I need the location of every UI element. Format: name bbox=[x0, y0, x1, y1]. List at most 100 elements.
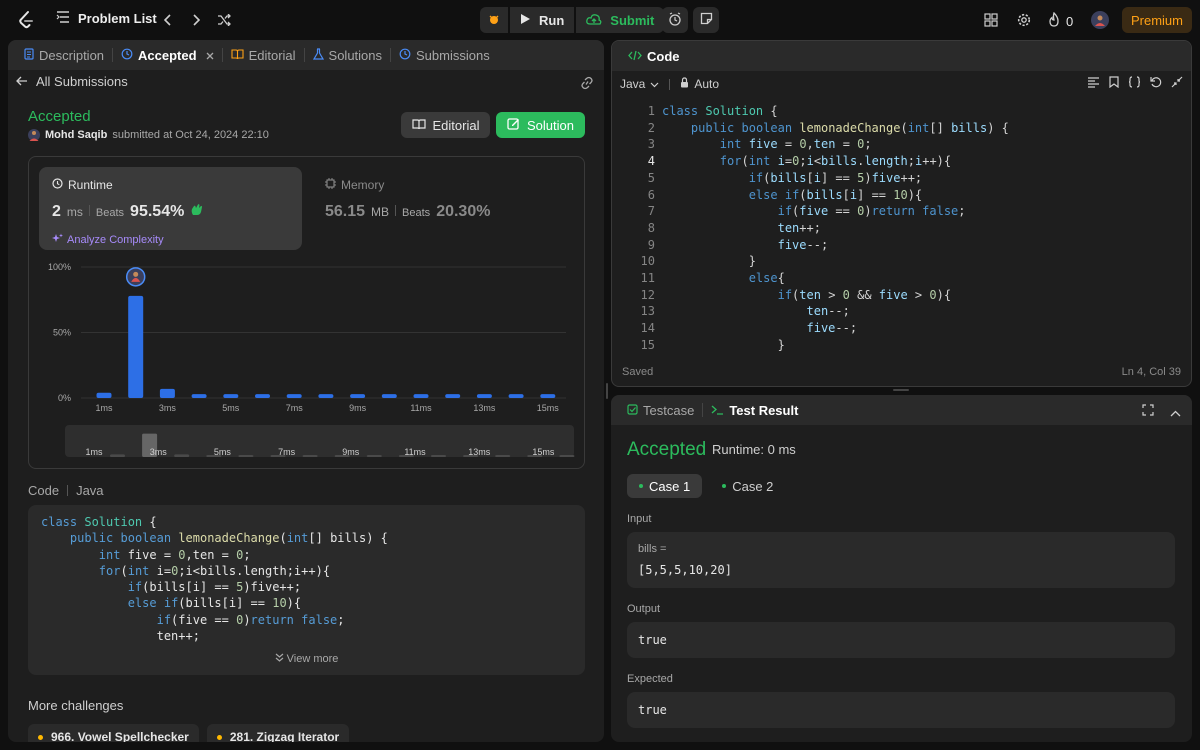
line-number: 5 bbox=[647, 170, 655, 185]
submit-label: Submit bbox=[610, 12, 655, 28]
memory-card[interactable]: Memory 56.15 MB Beats 20.30% bbox=[312, 167, 575, 250]
solution-button[interactable]: Solution bbox=[496, 112, 585, 138]
performance-stats: Runtime 2 ms Beats 95.54% Analyze Comple… bbox=[28, 156, 585, 469]
chevron-up-icon[interactable] bbox=[1170, 405, 1181, 420]
timer-button[interactable] bbox=[662, 7, 688, 33]
layout-grid-icon[interactable] bbox=[984, 13, 998, 30]
overview-tick-label: 11ms bbox=[404, 447, 426, 457]
streak-counter[interactable]: 0 bbox=[1048, 11, 1073, 30]
link-share-icon[interactable] bbox=[580, 76, 594, 93]
flame-icon bbox=[1048, 11, 1060, 30]
settings-gear-icon[interactable] bbox=[1017, 13, 1031, 30]
runtime-beats-label: Beats bbox=[95, 207, 125, 219]
submitter-name[interactable]: Mohd Saqib bbox=[45, 129, 107, 141]
overview-tick-label: 1ms bbox=[85, 447, 103, 457]
tab-submissions[interactable]: Submissions bbox=[393, 40, 496, 70]
expected-value: true bbox=[638, 703, 667, 717]
line-number: 11 bbox=[640, 271, 655, 286]
line-number: 2 bbox=[647, 120, 655, 135]
tab-description[interactable]: Description bbox=[18, 40, 110, 70]
chart-bar bbox=[350, 394, 366, 398]
premium-button[interactable]: Premium bbox=[1122, 7, 1192, 33]
problem-list-button[interactable]: Problem List bbox=[56, 11, 157, 26]
runtime-distribution-chart[interactable]: 100% 50% 0% 1ms 3ms 5ms 7ms 9ms 11ms 13ms 15ms 1ms 3… bbox=[29, 257, 586, 457]
tab-editorial[interactable]: Editorial bbox=[225, 40, 302, 70]
autocomplete-mode[interactable]: Auto bbox=[680, 77, 719, 91]
memory-value: 56.15 bbox=[325, 203, 366, 220]
tab-accepted[interactable]: Accepted bbox=[115, 40, 220, 70]
runtime-card[interactable]: Runtime 2 ms Beats 95.54% Analyze Comple… bbox=[39, 167, 302, 250]
challenge-chip[interactable]: 281. Zigzag Iterator bbox=[206, 724, 350, 742]
code-section-language: Java bbox=[76, 483, 104, 498]
bookmark-icon[interactable] bbox=[1109, 76, 1119, 91]
braces-icon[interactable] bbox=[1128, 76, 1141, 91]
test-panel: Testcase Test Result Accepted Runtime: 0… bbox=[611, 395, 1192, 742]
chart-bar bbox=[159, 388, 175, 398]
top-bar: Problem List Run Submit 0 Premium bbox=[0, 0, 1200, 40]
case-tab-label: Case 2 bbox=[732, 478, 774, 494]
overview-bar bbox=[302, 455, 318, 457]
document-icon bbox=[24, 47, 34, 63]
notes-button[interactable] bbox=[693, 7, 719, 33]
back-to-submissions[interactable]: All Submissions bbox=[16, 74, 128, 89]
overview-bar bbox=[174, 454, 190, 457]
case-tab[interactable]: Case 1 bbox=[627, 474, 703, 498]
mode-value: Auto bbox=[694, 77, 720, 91]
expected-box: true bbox=[627, 692, 1175, 728]
panel-resize-handle[interactable] bbox=[606, 383, 608, 399]
cursor-position: Ln 4, Col 39 bbox=[1121, 366, 1181, 378]
edit-icon bbox=[507, 117, 520, 133]
save-status: Saved bbox=[622, 366, 654, 378]
case-tab[interactable]: Case 2 bbox=[710, 474, 785, 498]
chart-bar bbox=[540, 394, 556, 398]
reset-icon[interactable] bbox=[1150, 76, 1162, 91]
expected-label: Expected bbox=[627, 673, 673, 685]
chart-bar bbox=[413, 394, 429, 398]
overview-bar bbox=[495, 455, 511, 457]
run-button[interactable]: Run bbox=[510, 7, 575, 33]
editor-tab-bar: Code bbox=[612, 41, 1191, 71]
input-value: [5,5,5,10,20] bbox=[638, 563, 732, 577]
analyze-complexity-link[interactable]: Analyze Complexity bbox=[52, 233, 164, 247]
leetcode-logo-icon[interactable] bbox=[16, 10, 36, 30]
tab-solutions[interactable]: Solutions bbox=[307, 40, 388, 70]
editorial-button[interactable]: Editorial bbox=[401, 112, 490, 138]
line-number: 3 bbox=[647, 137, 655, 152]
next-problem-icon[interactable] bbox=[188, 10, 204, 30]
line-number: 1 bbox=[647, 104, 655, 118]
line-number: 13 bbox=[640, 304, 655, 319]
line-number: 15 bbox=[640, 337, 655, 352]
tab-testcase[interactable]: Testcase bbox=[621, 395, 700, 425]
line-number: 10 bbox=[640, 254, 655, 269]
submit-button[interactable]: Submit bbox=[576, 7, 665, 33]
submitted-code-block[interactable]: class Solution { public boolean lemonade… bbox=[28, 505, 585, 675]
shuffle-icon[interactable] bbox=[216, 10, 232, 30]
cloud-upload-icon bbox=[586, 13, 602, 28]
panel-resize-handle[interactable] bbox=[893, 389, 909, 391]
overview-tick-label: 5ms bbox=[214, 447, 232, 457]
challenge-chip[interactable]: 966. Vowel Spellchecker bbox=[28, 724, 199, 742]
view-more-button[interactable]: View more bbox=[28, 653, 585, 665]
memory-beats-value: 20.30% bbox=[436, 203, 491, 220]
tab-code[interactable]: Code bbox=[622, 41, 686, 71]
close-tab-icon[interactable] bbox=[206, 48, 214, 63]
prev-problem-icon[interactable] bbox=[160, 10, 176, 30]
maximize-icon[interactable] bbox=[1142, 404, 1154, 419]
line-number: 14 bbox=[640, 321, 655, 336]
x-tick-label: 5ms bbox=[222, 403, 240, 413]
code-editor[interactable]: 1 2 3 4 5 6 7 8 9 10 11 12 13 14 15 class Solution { p… bbox=[612, 103, 1191, 353]
submission-panel: Description Accepted Editorial Solutions… bbox=[8, 40, 604, 742]
output-value: true bbox=[638, 633, 667, 647]
language-select[interactable]: Java bbox=[620, 77, 659, 91]
overview-tick-label: 3ms bbox=[150, 447, 168, 457]
chevron-down-icon bbox=[650, 77, 659, 91]
user-avatar[interactable] bbox=[28, 129, 40, 141]
tab-test-result[interactable]: Test Result bbox=[705, 395, 804, 425]
debug-button[interactable] bbox=[480, 7, 508, 33]
user-avatar[interactable] bbox=[1091, 11, 1109, 29]
format-lines-icon[interactable] bbox=[1087, 76, 1100, 91]
chart-bar bbox=[223, 394, 239, 398]
collapse-icon[interactable] bbox=[1171, 76, 1183, 91]
line-number: 12 bbox=[640, 287, 655, 302]
submitted-at: submitted at Oct 24, 2024 22:10 bbox=[112, 129, 269, 141]
